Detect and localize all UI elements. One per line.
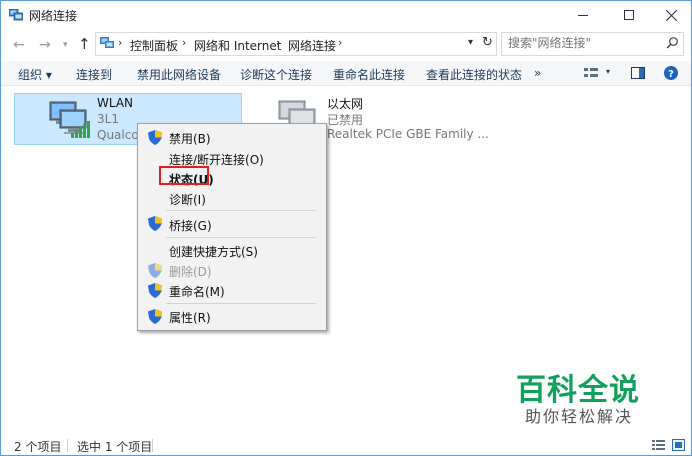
connection-status: 已禁用	[327, 113, 364, 127]
recent-dropdown-icon[interactable]: ▾	[63, 40, 68, 50]
watermark-slogan: 助你轻松解决	[525, 407, 634, 426]
diagnose-connection-button[interactable]: 诊断这个连接	[240, 66, 312, 83]
breadcrumb-separator-icon: ›	[182, 36, 187, 49]
selected-count: 选中 1 个项目	[77, 440, 153, 454]
rename-connection-button[interactable]: 重命名此连接	[333, 66, 405, 83]
address-bar[interactable]: › 控制面板 › 网络和 Internet › 网络连接 › ▾ ↻	[95, 32, 497, 56]
window-title: 网络连接	[29, 9, 78, 23]
svg-text:?: ?	[668, 69, 674, 80]
menu-item-diagnose[interactable]: 诊断(I)	[169, 191, 206, 208]
search-box[interactable]	[501, 32, 684, 56]
minimize-icon	[578, 15, 588, 16]
minimize-button[interactable]	[563, 1, 603, 29]
disable-device-button[interactable]: 禁用此网络设备	[137, 66, 221, 83]
menu-separator	[166, 303, 316, 304]
uac-shield-icon	[148, 283, 162, 298]
breadcrumb-separator-icon: ›	[276, 36, 281, 49]
menu-item-rename[interactable]: 重命名(M)	[169, 283, 225, 300]
status-highlight-box	[159, 166, 209, 185]
change-view-icon[interactable]	[584, 67, 598, 79]
status-divider	[67, 439, 68, 452]
search-input[interactable]	[508, 35, 658, 51]
back-arrow-icon[interactable]: ←	[13, 37, 25, 53]
network-connections-app-icon	[9, 9, 23, 21]
uac-shield-icon	[148, 130, 162, 145]
connection-device: Realtek PCIe GBE Family ...	[327, 127, 489, 141]
menu-separator	[166, 210, 316, 211]
item-count: 2 个项目	[14, 440, 62, 454]
view-status-button[interactable]: 查看此连接的状态	[426, 66, 522, 83]
menu-separator	[166, 237, 316, 238]
large-icons-view-icon[interactable]	[672, 439, 685, 451]
breadcrumb-separator-icon: ›	[338, 36, 343, 49]
uac-shield-icon	[148, 263, 162, 278]
menu-item-disable[interactable]: 禁用(B)	[169, 130, 211, 147]
forward-arrow-icon[interactable]: →	[39, 37, 51, 53]
connection-name: WLAN	[97, 96, 134, 110]
menu-item-create-shortcut[interactable]: 创建快捷方式(S)	[169, 243, 258, 260]
status-divider	[152, 439, 153, 452]
connect-to-button[interactable]: 连接到	[76, 66, 112, 83]
breadcrumb-network-connections[interactable]: 网络连接	[288, 37, 336, 54]
maximize-button[interactable]	[609, 1, 649, 29]
status-bar: 2 个项目 选中 1 个项目	[1, 437, 691, 455]
details-view-icon[interactable]	[652, 440, 665, 451]
menu-item-delete: 删除(D)	[169, 265, 212, 279]
address-dropdown-icon[interactable]: ▾	[468, 37, 473, 48]
uac-shield-icon	[148, 309, 162, 324]
refresh-icon[interactable]: ↻	[482, 35, 493, 50]
maximize-icon	[624, 10, 634, 20]
breadcrumb-separator-icon: ›	[118, 36, 123, 49]
menu-item-bridge[interactable]: 桥接(G)	[169, 217, 212, 234]
breadcrumb-control-panel[interactable]: 控制面板	[130, 37, 178, 54]
explorer-window: 网络连接 ← → ▾ ↑ › 控制面板 › 网络和 Internet › 网络连…	[0, 0, 692, 456]
connection-status: 3L1	[97, 112, 119, 126]
uac-shield-icon	[148, 216, 162, 231]
close-icon	[665, 9, 677, 21]
close-button[interactable]	[651, 1, 691, 29]
control-panel-icon	[100, 37, 114, 48]
context-menu: 禁用(B) 连接/断开连接(O) 状态(U) 诊断(I) 桥接(G) 创建快捷方…	[137, 123, 327, 331]
title-bar: 网络连接	[1, 1, 691, 29]
breadcrumb-network-internet[interactable]: 网络和 Internet	[194, 37, 281, 54]
wifi-signal-icon	[71, 121, 90, 138]
help-icon[interactable]: ?	[664, 66, 678, 80]
view-options-dropdown-icon[interactable]: ▾	[606, 67, 610, 76]
command-bar: 组织 ▾ 连接到 禁用此网络设备 诊断这个连接 重命名此连接 查看此连接的状态 …	[1, 61, 691, 86]
organize-menu[interactable]: 组织 ▾	[18, 66, 52, 83]
up-arrow-icon[interactable]: ↑	[78, 35, 91, 53]
menu-item-properties[interactable]: 属性(R)	[169, 309, 211, 326]
connection-name: 以太网	[327, 97, 364, 111]
search-icon[interactable]	[666, 36, 679, 49]
more-commands-button[interactable]: »	[534, 66, 541, 80]
preview-pane-icon[interactable]	[631, 67, 645, 79]
